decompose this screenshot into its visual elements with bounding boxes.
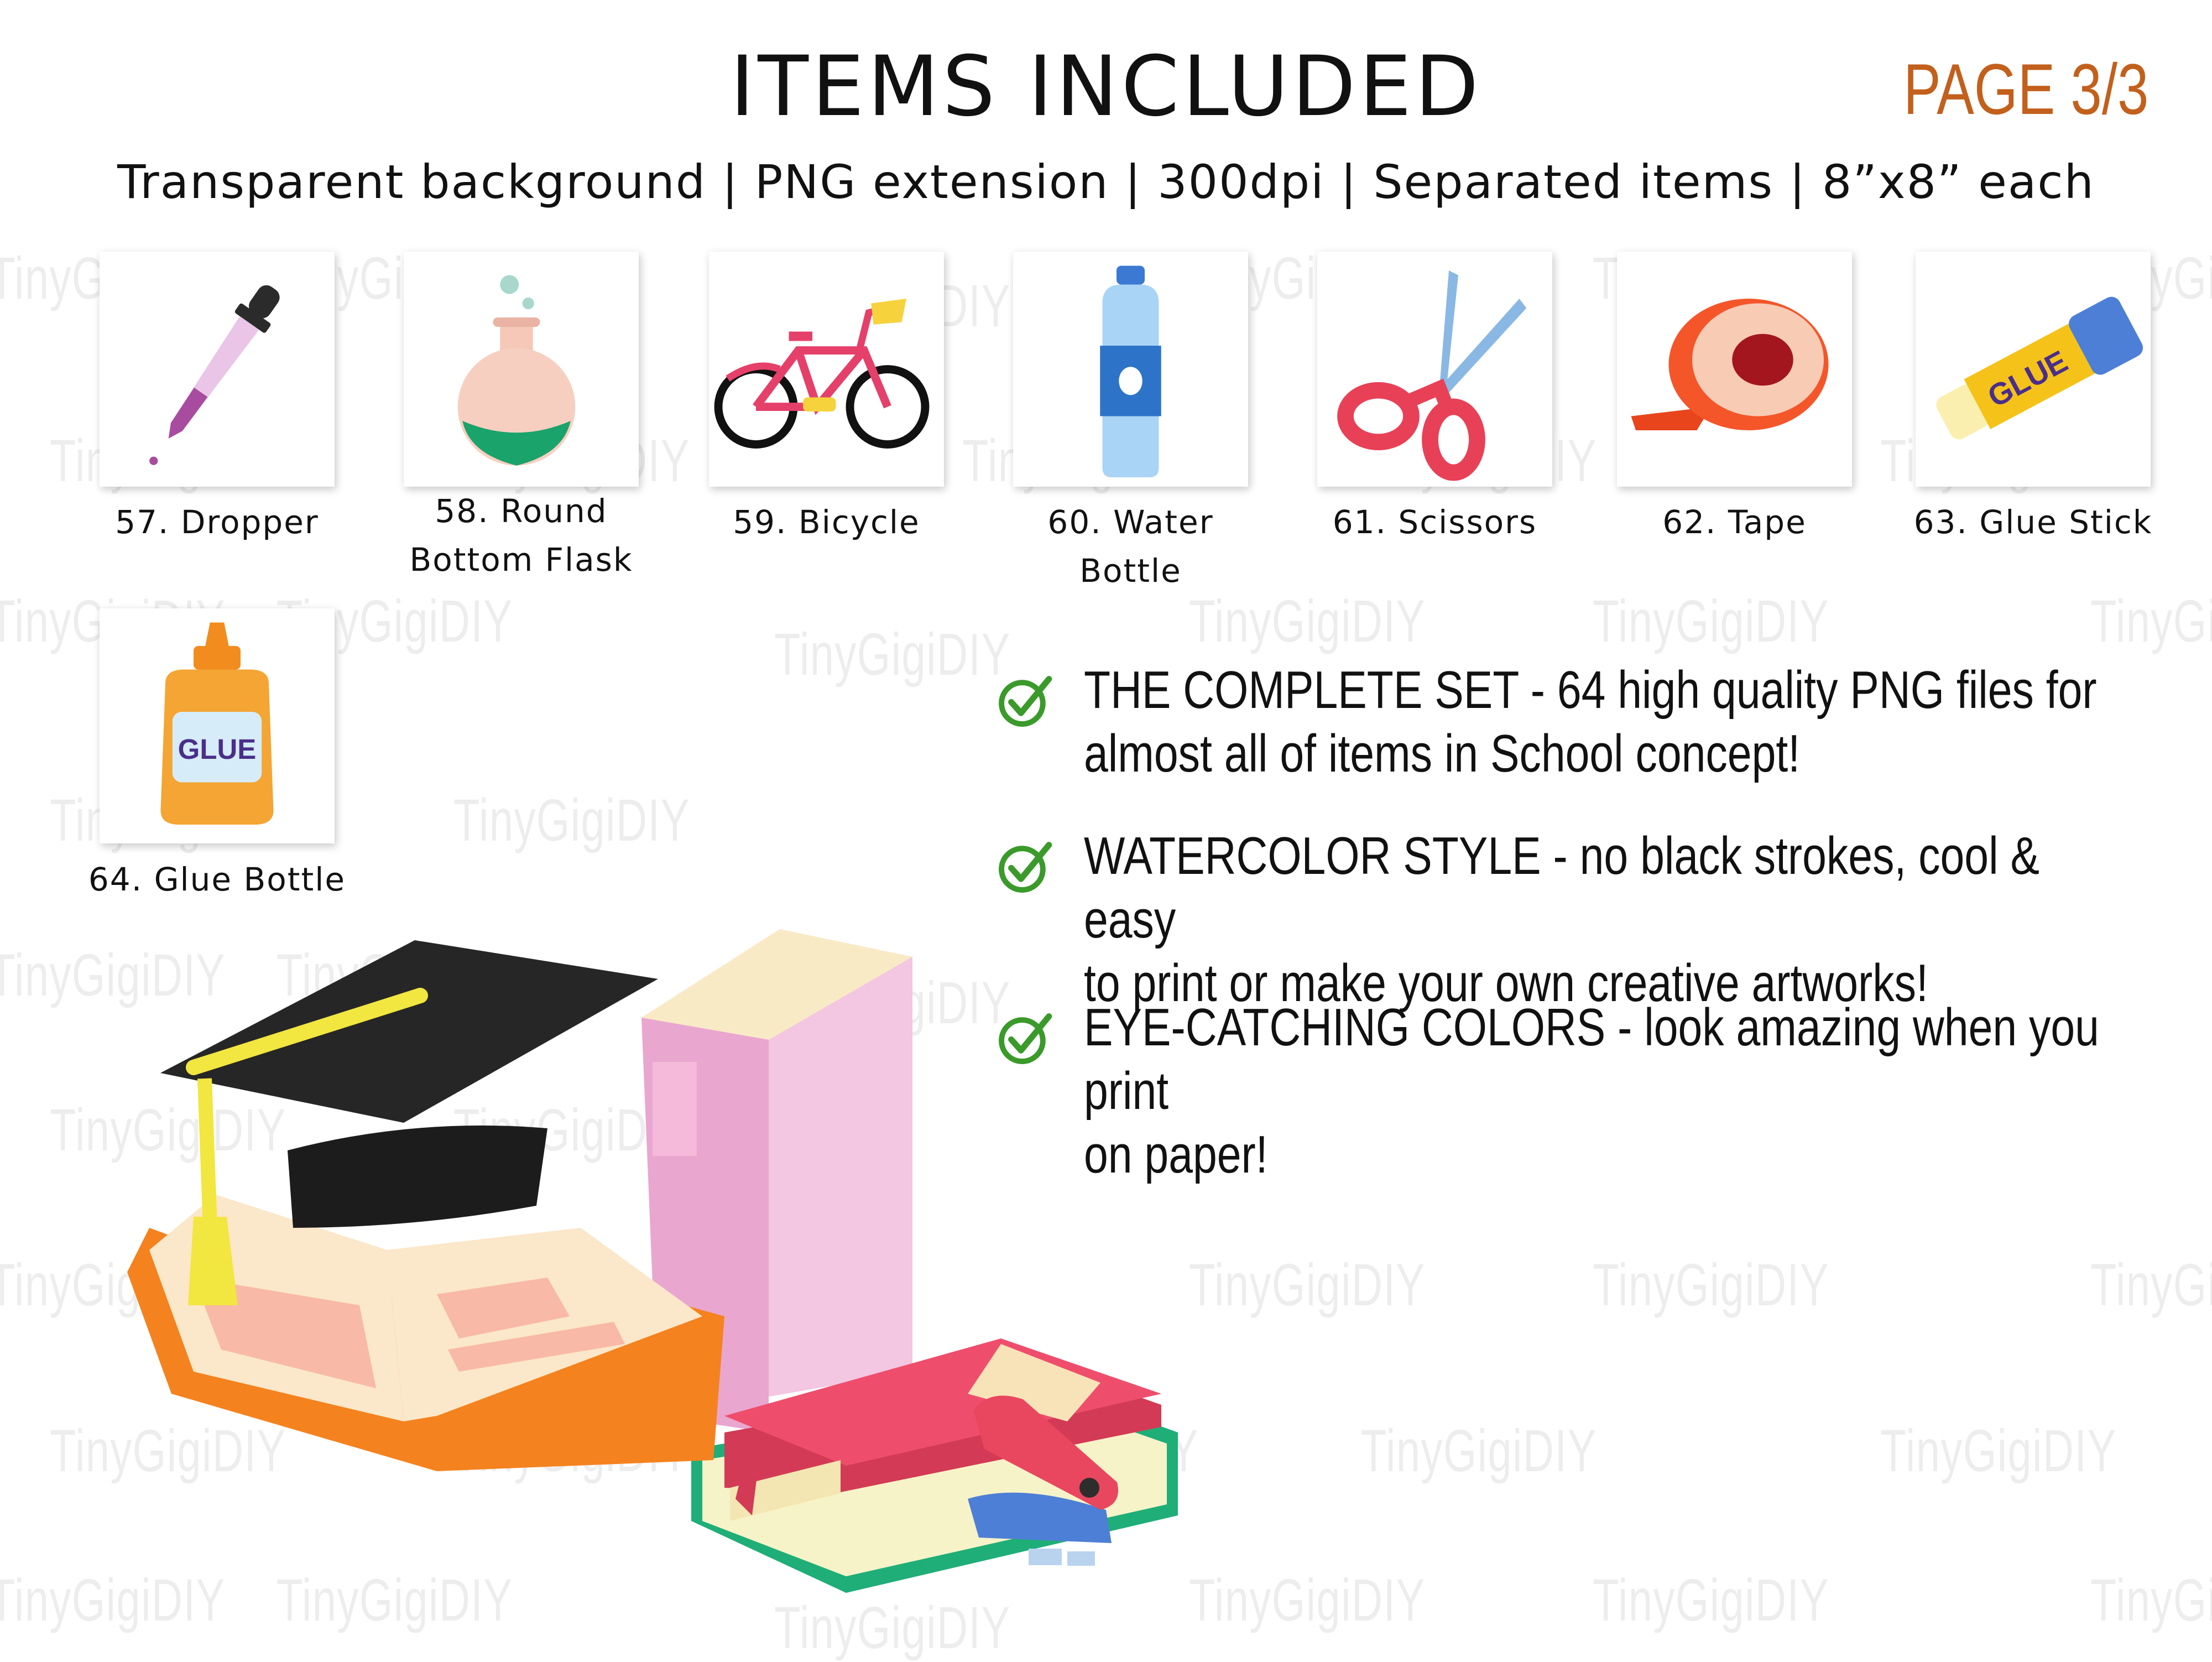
- item-card-glue-bottle[interactable]: GLUE: [100, 608, 335, 843]
- glue-bottle-label: GLUE: [178, 733, 257, 765]
- item-label-dropper: 57. Dropper: [77, 498, 357, 546]
- watermark: TinyGigiDIY: [1593, 1566, 1829, 1633]
- item-label-scissors: 61. Scissors: [1295, 498, 1574, 546]
- label-line: 59. Bicycle: [733, 503, 920, 541]
- watermark: TinyGigiDIY: [453, 786, 690, 853]
- watermark: TinyGigiDIY: [1593, 587, 1829, 654]
- item-label-glue-bottle: 64. Glue Bottle: [77, 855, 357, 904]
- watermark: TinyGigiDIY: [2090, 1251, 2212, 1318]
- label-line: 64. Glue Bottle: [88, 861, 346, 898]
- label-line: 63. Glue Stick: [1913, 503, 2153, 541]
- page-title: ITEMS INCLUDED: [730, 39, 1482, 135]
- watermark: TinyGigiDIY: [1880, 1417, 2117, 1484]
- item-card-scissors[interactable]: [1317, 252, 1552, 487]
- scissors-icon: [1337, 270, 1527, 481]
- check-icon: [999, 676, 1052, 727]
- glue-bottle-icon: GLUE: [160, 622, 274, 825]
- item-card-bicycle[interactable]: [709, 252, 944, 487]
- label-line: 58. Round: [435, 492, 608, 530]
- watermark: TinyGigiDIY: [2090, 1566, 2212, 1633]
- label-line: 62. Tape: [1662, 503, 1807, 541]
- school-books-illustration: [127, 929, 1178, 1593]
- watermark: TinyGigiDIY: [1360, 1417, 1597, 1484]
- page-indicator: PAGE 3/3: [1903, 49, 2148, 129]
- tape-icon: [1631, 299, 1829, 430]
- label-line: 60. Water: [1047, 503, 1214, 541]
- water-bottle-icon: [1100, 265, 1161, 477]
- item-card-water-bottle[interactable]: [1013, 252, 1248, 487]
- glue-stick-icon: GLUE: [1936, 296, 2143, 440]
- label-line: Bottom Flask: [409, 541, 633, 579]
- watermark: TinyGigiDIY: [2090, 587, 2212, 654]
- item-card-round-bottom-flask[interactable]: [404, 252, 639, 487]
- bicycle-icon: [714, 299, 930, 449]
- item-label-bicycle: 59. Bicycle: [687, 498, 966, 546]
- item-label-water-bottle: 60. Water Bottle: [991, 498, 1270, 595]
- round-bottom-flask-icon: [457, 275, 576, 466]
- item-label-tape: 62. Tape: [1595, 498, 1874, 546]
- dropper-icon: [149, 285, 280, 465]
- watermark: TinyGigiDIY: [774, 621, 1011, 687]
- label-line: 61. Scissors: [1332, 503, 1537, 541]
- feature-text: THE COMPLETE SET - 64 high quality PNG f…: [1084, 660, 2097, 720]
- item-label-round-bottom-flask: 58. Round Bottom Flask: [382, 487, 661, 584]
- check-icon: [999, 842, 1052, 893]
- label-line: 57. Dropper: [115, 503, 319, 541]
- file-specs: Transparent background | PNG extension |…: [117, 155, 2095, 209]
- item-card-dropper[interactable]: [100, 252, 335, 487]
- label-line: Bottle: [1079, 552, 1182, 590]
- item-label-glue-stick: 63. Glue Stick: [1893, 498, 2173, 546]
- feature-text: almost all of items in School concept!: [1084, 724, 1801, 783]
- watermark: TinyGigiDIY: [1189, 587, 1426, 654]
- watermark: TinyGigiDIY: [1593, 1251, 1829, 1318]
- item-card-tape[interactable]: [1617, 252, 1852, 487]
- item-card-glue-stick[interactable]: GLUE: [1916, 252, 2151, 487]
- watermark: TinyGigiDIY: [774, 1594, 1011, 1661]
